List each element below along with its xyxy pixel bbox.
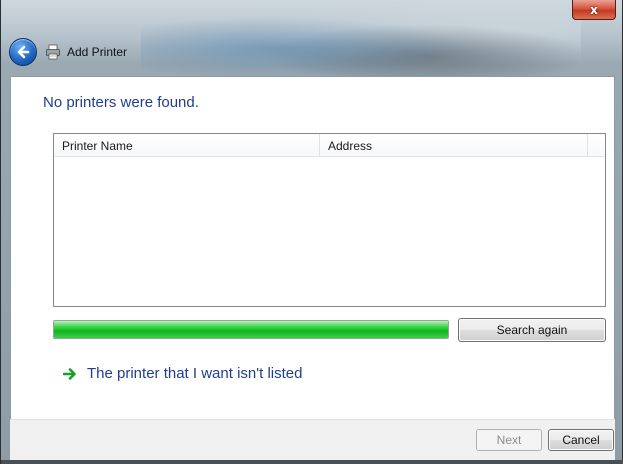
cancel-button[interactable]: Cancel [548,429,614,451]
window-title: Add Printer [67,45,128,59]
back-button[interactable] [9,38,37,66]
close-button[interactable]: x [572,0,616,20]
page-heading: No printers were found. [43,94,199,111]
add-printer-window: x Add Printer No printers were found. Pr… [0,0,623,464]
window-bottom-border [1,460,623,464]
printer-list-header: Printer Name Address [54,134,605,157]
close-icon: x [590,2,598,17]
green-arrow-icon [63,367,76,380]
printer-not-listed-label: The printer that I want isn't listed [87,365,303,382]
printer-list[interactable]: Printer Name Address [53,133,606,307]
column-header-filler [588,134,605,157]
printer-not-listed-link[interactable]: The printer that I want isn't listed [63,365,302,382]
column-header-printer-name[interactable]: Printer Name [54,134,320,157]
back-arrow-icon [17,45,30,59]
next-button[interactable]: Next [476,429,542,451]
progress-fill [54,321,448,338]
title-bar: Add Printer [9,38,409,66]
column-header-address[interactable]: Address [320,134,588,157]
search-progress-bar [53,320,449,339]
search-again-button[interactable]: Search again [458,318,606,342]
printer-icon [46,44,60,60]
